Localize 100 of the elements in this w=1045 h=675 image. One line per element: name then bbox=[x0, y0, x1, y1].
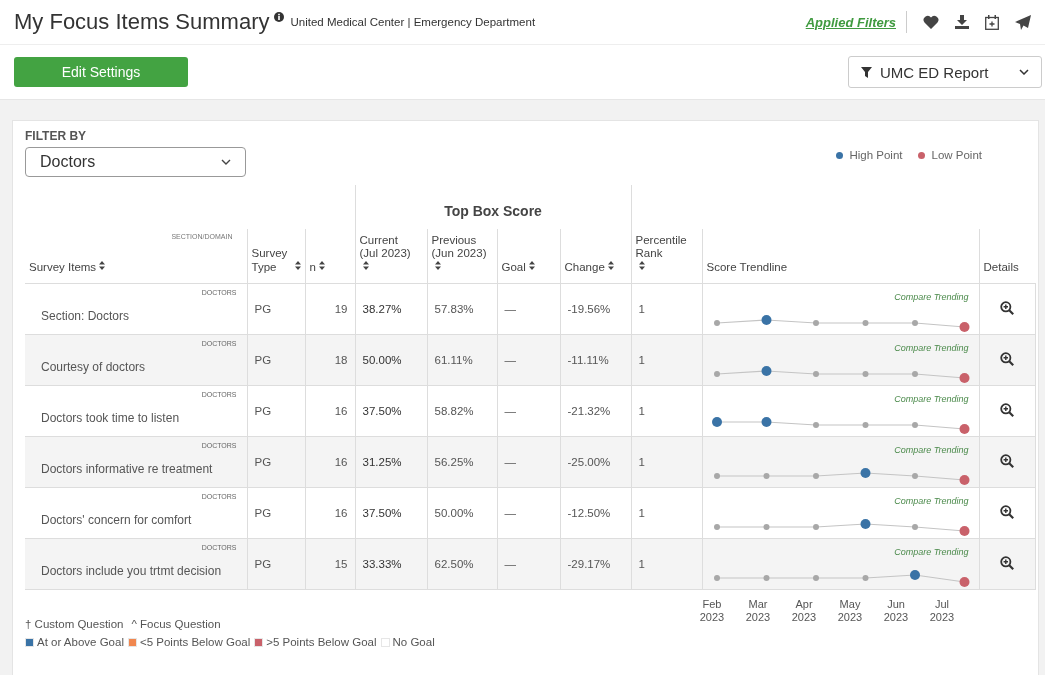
compare-trending-link[interactable]: Compare Trending bbox=[894, 445, 969, 455]
trend-point bbox=[763, 575, 770, 581]
footnote: † Custom Question bbox=[25, 618, 124, 630]
trend-point bbox=[959, 373, 970, 383]
trend-point bbox=[713, 371, 720, 377]
survey-type-cell: PG bbox=[254, 405, 272, 417]
percentile-rank-cell: 1 bbox=[638, 303, 645, 315]
zoom-in-icon[interactable] bbox=[1000, 556, 1015, 570]
sort-icon[interactable] bbox=[607, 261, 614, 271]
month-axis-label: Mar 2023 bbox=[744, 598, 772, 626]
organization-subtitle: United Medical Center | Emergency Department bbox=[290, 16, 536, 28]
month-axis-label: Jun 2023 bbox=[882, 598, 910, 626]
trend-point bbox=[713, 524, 720, 530]
info-icon[interactable] bbox=[274, 12, 285, 22]
column-header[interactable]: Survey Items bbox=[29, 261, 97, 275]
filter-icon bbox=[861, 66, 872, 78]
survey-item-name: Doctors' concern for comfort bbox=[41, 513, 193, 527]
trend-point bbox=[812, 575, 819, 581]
change-cell: -29.17% bbox=[567, 558, 611, 570]
send-icon[interactable] bbox=[1015, 14, 1031, 30]
previous-score-cell: 57.83% bbox=[434, 303, 474, 315]
heart-icon[interactable] bbox=[923, 15, 939, 29]
legend-label: No Goal bbox=[392, 636, 435, 648]
current-score-cell: 33.33% bbox=[362, 558, 402, 570]
n-cell: 16 bbox=[334, 507, 348, 519]
zoom-in-icon[interactable] bbox=[1000, 505, 1015, 519]
survey-item-name: Doctors took time to listen bbox=[41, 411, 181, 425]
zoom-in-icon[interactable] bbox=[1000, 352, 1015, 366]
trend-point bbox=[862, 575, 869, 581]
compare-trending-link[interactable]: Compare Trending bbox=[894, 394, 969, 404]
goal-cell: — bbox=[504, 507, 516, 519]
trend-point bbox=[959, 526, 970, 536]
chevron-down-icon bbox=[221, 159, 231, 165]
trend-point bbox=[761, 315, 772, 325]
previous-score-cell: 62.50% bbox=[434, 558, 474, 570]
month-axis-label: May 2023 bbox=[836, 598, 864, 626]
percentile-rank-cell: 1 bbox=[638, 507, 645, 519]
n-cell: 18 bbox=[334, 354, 348, 366]
goal-cell: — bbox=[504, 456, 516, 468]
filter-dropdown[interactable]: Doctors bbox=[25, 147, 246, 177]
sort-icon[interactable] bbox=[528, 261, 535, 271]
previous-score-cell: 50.00% bbox=[434, 507, 474, 519]
trend-point bbox=[763, 473, 770, 479]
trend-point bbox=[761, 417, 772, 427]
trend-point bbox=[911, 473, 918, 479]
trend-point bbox=[812, 422, 819, 428]
survey-item-name: Courtesy of doctors bbox=[41, 360, 147, 374]
sort-icon[interactable] bbox=[362, 261, 369, 271]
n-cell: 15 bbox=[334, 558, 348, 570]
current-score-cell: 38.27% bbox=[362, 303, 402, 315]
sort-icon[interactable] bbox=[434, 261, 441, 271]
trend-point bbox=[812, 371, 819, 377]
column-header[interactable]: Survey Type bbox=[251, 247, 292, 275]
survey-type-cell: PG bbox=[254, 303, 272, 315]
trend-point bbox=[862, 320, 869, 326]
n-cell: 19 bbox=[334, 303, 348, 315]
compare-trending-link[interactable]: Compare Trending bbox=[894, 292, 969, 302]
column-header[interactable]: Change bbox=[564, 261, 605, 275]
compare-trending-link[interactable]: Compare Trending bbox=[894, 343, 969, 353]
footnote: ^ Focus Question bbox=[131, 618, 221, 630]
trend-point bbox=[711, 417, 722, 427]
previous-score-cell: 56.25% bbox=[434, 456, 474, 468]
sort-icon[interactable] bbox=[294, 261, 301, 271]
compare-trending-link[interactable]: Compare Trending bbox=[894, 547, 969, 557]
column-header[interactable]: Current (Jul 2023) bbox=[359, 233, 416, 262]
column-group-header: Top Box Score bbox=[444, 203, 542, 219]
sort-icon[interactable] bbox=[638, 261, 645, 271]
n-cell: 16 bbox=[334, 456, 348, 468]
trend-point bbox=[911, 320, 918, 326]
trend-point bbox=[761, 366, 772, 376]
download-icon[interactable] bbox=[955, 15, 969, 29]
trend-point bbox=[812, 524, 819, 530]
zoom-in-icon[interactable] bbox=[1000, 403, 1015, 417]
change-cell: -12.50% bbox=[567, 507, 611, 519]
trend-point bbox=[911, 422, 918, 428]
report-dropdown[interactable]: UMC ED Report bbox=[848, 56, 1042, 88]
legend-label: High Point bbox=[849, 149, 903, 161]
percentile-rank-cell: 1 bbox=[638, 456, 645, 468]
zoom-in-icon[interactable] bbox=[1000, 454, 1015, 468]
column-header[interactable]: n bbox=[309, 261, 316, 275]
legend-label: At or Above Goal bbox=[37, 636, 124, 648]
trend-point bbox=[959, 322, 970, 332]
trend-point bbox=[713, 473, 720, 479]
applied-filters-link[interactable]: Applied Filters bbox=[805, 14, 896, 30]
survey-item-name: Doctors informative re treatment bbox=[41, 462, 214, 476]
column-header[interactable]: Goal bbox=[501, 261, 526, 275]
legend-label: <5 Points Below Goal bbox=[139, 636, 251, 648]
survey-type-cell: PG bbox=[254, 354, 272, 366]
calendar-plus-icon[interactable] bbox=[985, 14, 999, 30]
trend-point bbox=[862, 371, 869, 377]
sort-icon[interactable] bbox=[318, 261, 325, 271]
column-header[interactable]: Percentile Rank bbox=[635, 233, 690, 262]
trend-point bbox=[959, 577, 970, 587]
month-axis-label: Jul 2023 bbox=[928, 598, 956, 626]
sort-icon[interactable] bbox=[99, 261, 106, 271]
legend-label: >5 Points Below Goal bbox=[266, 636, 377, 648]
column-header[interactable]: Previous (Jun 2023) bbox=[431, 233, 488, 262]
zoom-in-icon[interactable] bbox=[1000, 301, 1015, 315]
current-score-cell: 37.50% bbox=[362, 405, 402, 417]
compare-trending-link[interactable]: Compare Trending bbox=[894, 496, 969, 506]
